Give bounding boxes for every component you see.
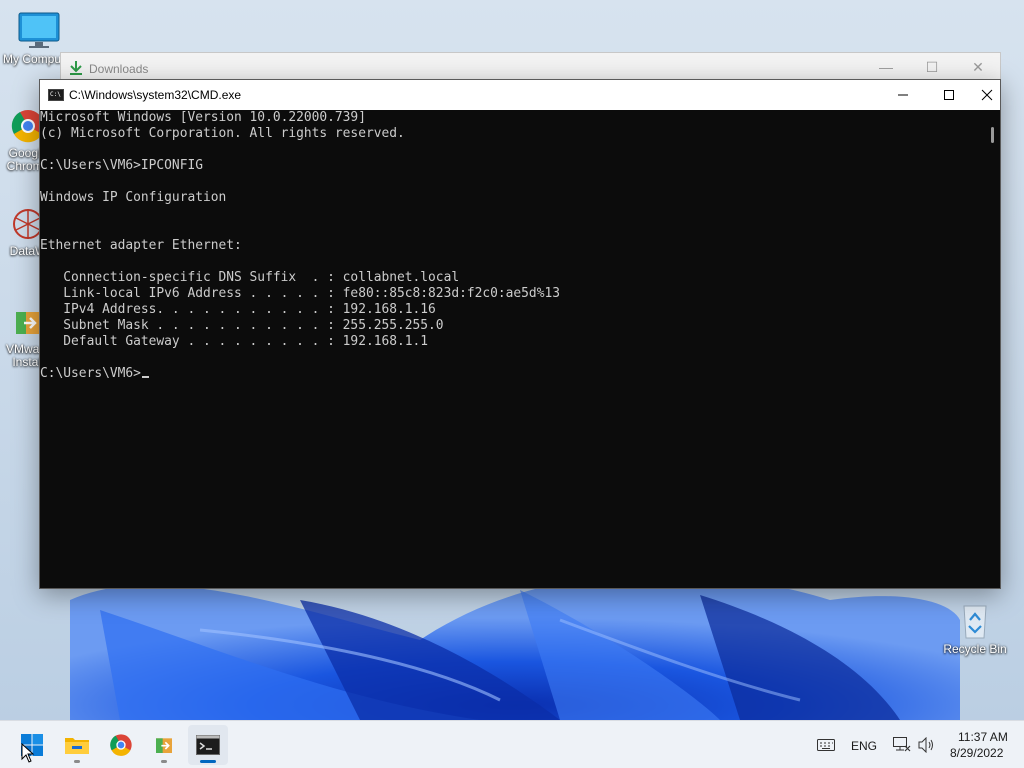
chrome-icon xyxy=(110,734,132,756)
close-icon xyxy=(981,89,993,101)
taskbar-chrome-button[interactable] xyxy=(101,725,141,765)
cmd-close-button[interactable] xyxy=(972,80,1002,110)
download-icon xyxy=(70,61,82,75)
downloads-close-button[interactable]: ✕ xyxy=(968,59,988,76)
console-line: Subnet Mask . . . . . . . . . . . : 255.… xyxy=(40,318,444,333)
keyboard-icon[interactable] xyxy=(817,739,835,751)
running-indicator xyxy=(161,760,167,763)
text-cursor xyxy=(141,376,149,378)
language-indicator[interactable]: ENG xyxy=(851,739,877,753)
maximize-icon xyxy=(944,90,954,100)
cmd-window[interactable]: C:\ C:\Windows\system32\CMD.exe Microsof… xyxy=(39,79,1001,589)
cmd-maximize-button[interactable] xyxy=(926,80,972,110)
console-prompt-line[interactable]: C:\Users\VM6> xyxy=(40,366,986,382)
console-line: Windows IP Configuration xyxy=(40,190,227,205)
scrollbar-thumb[interactable] xyxy=(991,127,994,143)
downloads-minimize-button[interactable]: — xyxy=(876,59,896,75)
console-line: Microsoft Windows [Version 10.0.22000.73… xyxy=(40,110,366,125)
desktop-icon-label: Recycle Bin xyxy=(943,642,1007,656)
taskbar-installer-button[interactable] xyxy=(144,725,184,765)
monitor-icon xyxy=(18,12,60,48)
console-line: Ethernet adapter Ethernet: xyxy=(40,238,242,253)
network-icon[interactable] xyxy=(893,737,911,753)
console-line: Default Gateway . . . . . . . . . : 192.… xyxy=(40,334,429,349)
terminal-icon xyxy=(196,735,220,755)
cmd-scrollbar[interactable] xyxy=(986,110,1000,588)
console-output[interactable]: Microsoft Windows [Version 10.0.22000.73… xyxy=(40,110,986,588)
console-line: Link-local IPv6 Address . . . . . : fe80… xyxy=(40,286,560,301)
minimize-icon xyxy=(898,94,908,96)
cmd-window-title: C:\Windows\system32\CMD.exe xyxy=(69,88,242,102)
volume-icon[interactable] xyxy=(918,737,936,753)
console-line: C:\Users\VM6>IPCONFIG xyxy=(40,158,203,173)
console-prompt: C:\Users\VM6> xyxy=(40,366,141,381)
cmd-minimize-button[interactable] xyxy=(880,80,926,110)
installer-icon xyxy=(156,738,172,753)
taskbar-cmd-button[interactable] xyxy=(188,725,228,765)
cmd-app-icon: C:\ xyxy=(48,89,64,101)
folder-icon xyxy=(65,738,89,754)
taskbar-file-explorer-button[interactable] xyxy=(57,725,97,765)
downloads-window-title: Downloads xyxy=(89,62,149,76)
mouse-pointer-icon xyxy=(21,743,35,763)
console-line: (c) Microsoft Corporation. All rights re… xyxy=(40,126,405,141)
desktop-icon-recycle-bin[interactable]: Recycle Bin xyxy=(937,600,1013,656)
cmd-titlebar[interactable]: C:\ C:\Windows\system32\CMD.exe xyxy=(40,80,1000,110)
clock-date[interactable]: 8/29/2022 xyxy=(950,746,1003,760)
console-line: Connection-specific DNS Suffix . : colla… xyxy=(40,270,460,285)
running-indicator xyxy=(74,760,80,763)
console-line: IPv4 Address. . . . . . . . . . . : 192.… xyxy=(40,302,436,317)
active-indicator xyxy=(200,760,216,763)
recycle-bin-icon xyxy=(963,605,987,639)
downloads-maximize-button[interactable]: ☐ xyxy=(922,59,942,76)
taskbar: ENG 11:37 AM 8/29/2022 xyxy=(0,720,1024,768)
clock-time[interactable]: 11:37 AM xyxy=(958,730,1008,744)
